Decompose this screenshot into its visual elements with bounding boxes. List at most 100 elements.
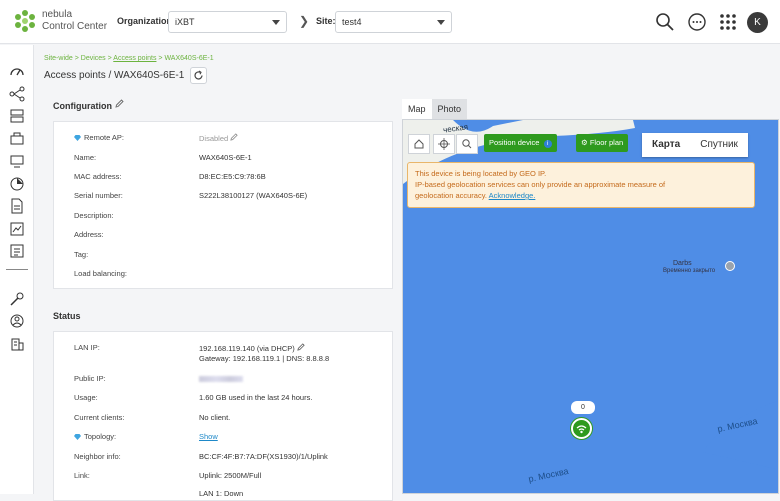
config-value-remote-ap: Disabled [199, 133, 238, 143]
geo-ip-warning-line1: This device is being located by GEO IP. [415, 169, 547, 178]
config-value-mac: D8:EC:E5:C9:78:6B [199, 172, 266, 181]
search-icon [462, 139, 472, 149]
config-label-load-balancing: Load balancing: [74, 269, 127, 278]
map-home-button[interactable] [408, 134, 430, 154]
breadcrumb-devices[interactable]: Devices [81, 55, 106, 62]
edit-icon[interactable] [114, 99, 124, 108]
status-value-gateway-dns: Gateway: 192.168.119.1 | DNS: 8.8.8.8 [199, 354, 330, 363]
nebula-logo[interactable]: nebula Control Center [14, 9, 107, 33]
refresh-icon [194, 70, 203, 80]
config-label-mac: MAC address: [74, 172, 122, 181]
organization-select[interactable]: iXBT [168, 11, 287, 33]
map-panel: Map Photo ческая Position device i ⚙ Flo… [402, 99, 779, 494]
logo-line1: nebula [42, 9, 73, 20]
logo-line2: Control Center [42, 21, 108, 32]
config-label-description: Description: [74, 211, 114, 220]
chevron-down-icon [437, 20, 445, 25]
configuration-heading: Configuration [53, 99, 124, 111]
redacted-public-ip [199, 376, 243, 383]
map-tabs: Map Photo [402, 99, 468, 119]
topology-icon[interactable] [9, 86, 25, 102]
config-value-name: WAX640S-6E-1 [199, 153, 252, 162]
status-value-usage: 1.60 GB used in the last 24 hours. [199, 393, 313, 402]
avatar[interactable]: K [747, 12, 768, 33]
position-device-button[interactable]: Position device i [484, 134, 557, 152]
breadcrumb-site-wide[interactable]: Site-wide [44, 55, 73, 62]
device-count-badge: 0 [571, 401, 595, 414]
config-label-address: Address: [74, 230, 104, 239]
poi-status: Временно закрыто [663, 268, 716, 274]
chevron-right-icon: ❯ [299, 14, 310, 28]
apps-grid-icon[interactable] [718, 12, 738, 32]
map-locate-button[interactable] [433, 134, 455, 154]
topology-show-link[interactable]: Show [199, 432, 218, 441]
report-icon[interactable] [9, 176, 25, 192]
sidebar-divider [6, 269, 28, 270]
status-label-topology-text: Topology: [84, 432, 117, 441]
tab-map[interactable]: Map [402, 99, 432, 119]
acknowledge-link[interactable]: Acknowledge. [489, 191, 536, 200]
page-title-device: WAX640S-6E-1 [114, 70, 185, 81]
chat-icon[interactable] [687, 12, 707, 32]
config-value-remote-ap-text: Disabled [199, 134, 229, 143]
config-label-remote-ap: Remote AP: [74, 133, 124, 142]
status-label-usage: Usage: [74, 393, 98, 402]
map-type-toggle: Карта Спутник [642, 133, 748, 157]
page-title-section[interactable]: Access points [44, 70, 106, 81]
edit-icon[interactable] [297, 343, 305, 351]
device-marker[interactable] [571, 418, 592, 439]
tab-photo[interactable]: Photo [431, 99, 468, 119]
status-heading: Status [53, 311, 81, 321]
map-view[interactable]: ческая Position device i ⚙ Floor plan Ка… [402, 119, 779, 494]
status-value-neighbor: BC:CF:4F:B7:7A:DF(XS1930)/1/Uplink [199, 452, 328, 461]
chart-icon[interactable] [9, 221, 25, 237]
monitor-icon[interactable] [9, 153, 25, 169]
status-label-topology: Topology: [74, 432, 116, 441]
diamond-icon [74, 434, 81, 440]
breadcrumb-access-points[interactable]: Access points [113, 55, 156, 62]
list-icon[interactable] [9, 243, 25, 259]
floor-plan-label: Floor plan [589, 138, 624, 147]
tools-icon[interactable] [9, 291, 25, 307]
floor-plan-button[interactable]: ⚙ Floor plan [576, 134, 629, 152]
site-value: test4 [342, 17, 362, 27]
status-label-neighbor: Neighbor info: [74, 452, 121, 461]
building-icon[interactable] [9, 336, 25, 352]
map-type-map[interactable]: Карта [642, 133, 690, 157]
status-value-lan-ip: 192.168.119.140 (via DHCP) [199, 343, 305, 353]
wifi-icon [576, 425, 587, 434]
breadcrumb-device: WAX640S-6E-1 [164, 55, 214, 62]
page-title-separator: / [105, 70, 115, 81]
support-icon[interactable] [9, 313, 25, 329]
map-search-button[interactable] [456, 134, 478, 154]
status-value-public-ip [199, 374, 243, 383]
configuration-heading-text: Configuration [53, 101, 112, 111]
dashboard-icon[interactable] [9, 63, 25, 79]
info-icon: i [543, 140, 552, 148]
config-label-name: Name: [74, 153, 97, 162]
search-icon[interactable] [655, 12, 675, 32]
sidebar [0, 45, 34, 494]
breadcrumb-separator: > [72, 55, 81, 62]
position-device-label: Position device [489, 138, 540, 147]
status-value-link: Uplink: 2500M/Full [199, 471, 262, 480]
config-label-remote-ap-text: Remote AP: [84, 133, 125, 142]
status-label-clients: Current clients: [74, 413, 125, 422]
crosshair-icon [438, 138, 450, 150]
site-select[interactable]: test4 [335, 11, 452, 33]
devices-icon[interactable] [9, 108, 25, 124]
page-title: Access points / WAX640S-6E-1 [44, 70, 184, 81]
configuration-card: Remote AP: Disabled Name: WAX640S-6E-1 M… [53, 121, 393, 289]
site-label: Site: [316, 16, 336, 26]
edit-icon[interactable] [230, 133, 238, 141]
refresh-button[interactable] [190, 67, 207, 84]
top-bar: nebula Control Center Organization: iXBT… [0, 0, 780, 44]
map-type-satellite[interactable]: Спутник [690, 133, 748, 157]
config-value-serial: S222L38100127 (WAX640S-6E) [199, 191, 308, 200]
document-icon[interactable] [9, 198, 25, 214]
security-icon[interactable] [9, 130, 25, 146]
status-label-lan-ip: LAN IP: [74, 343, 100, 352]
nebula-logo-icon [14, 10, 36, 32]
status-card: LAN IP: 192.168.119.140 (via DHCP) Gatew… [53, 331, 393, 501]
breadcrumb: Site-wide > Devices > Access points > WA… [44, 55, 214, 62]
